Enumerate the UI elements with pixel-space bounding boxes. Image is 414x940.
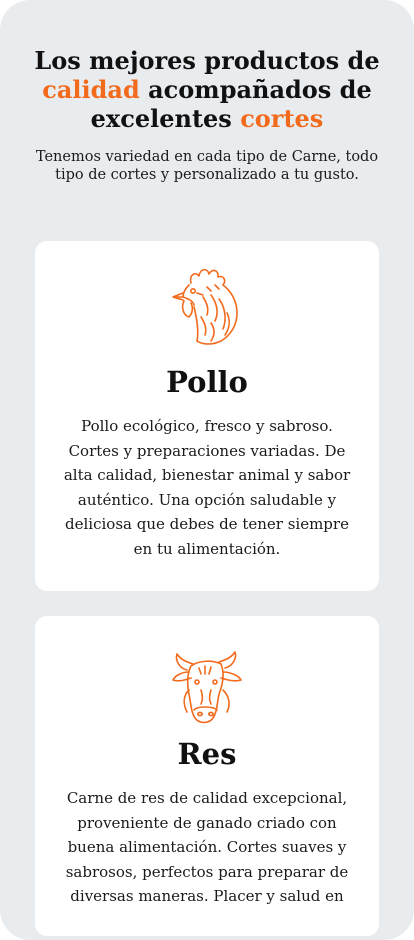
card-title: Pollo	[166, 365, 248, 399]
page-title: Los mejores productos de calidad acompañ…	[34, 46, 380, 133]
title-accent-calidad: calidad	[42, 75, 140, 104]
page-subtitle: Tenemos variedad en cada tipo de Carne, …	[35, 149, 379, 183]
cow-icon	[35, 650, 379, 728]
product-card-pollo: Pollo Pollo ecológico, fresco y sabroso.…	[35, 241, 379, 591]
main-panel: Los mejores productos de calidad acompañ…	[0, 0, 414, 940]
product-card-res: Res Carne de res de calidad excepcional,…	[35, 616, 379, 936]
chicken-icon	[35, 263, 379, 347]
title-accent-cortes: cortes	[240, 104, 324, 133]
card-description: Pollo ecológico, fresco y sabroso. Corte…	[63, 417, 351, 558]
card-description: Carne de res de calidad excepcional, pro…	[65, 789, 349, 905]
card-title: Res	[177, 737, 237, 771]
